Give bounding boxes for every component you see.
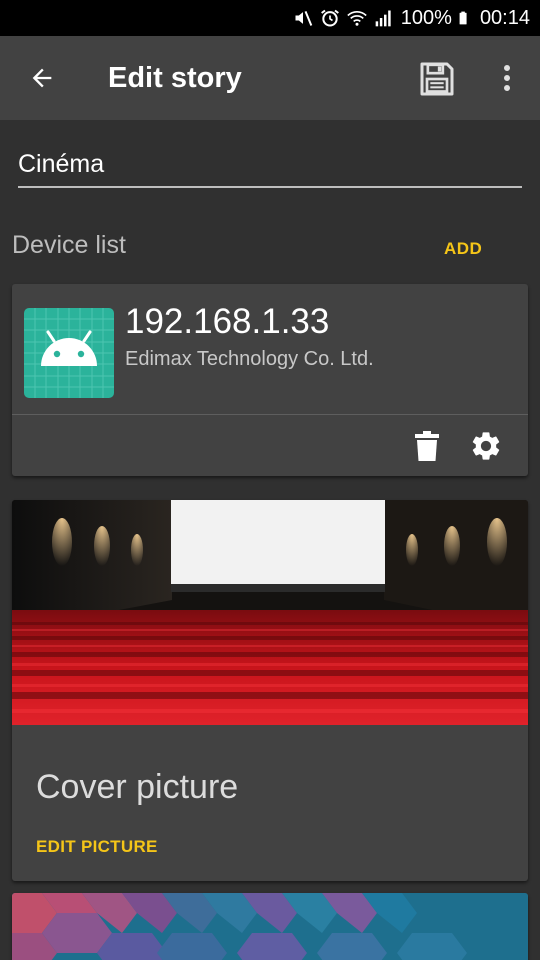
cover-picture-image <box>12 500 528 725</box>
device-settings-button[interactable] <box>468 428 504 464</box>
clock: 00:14 <box>479 6 530 29</box>
next-card <box>12 893 528 960</box>
status-icons: 100% 00:14 <box>293 0 530 36</box>
cover-card: Cover picture EDIT PICTURE <box>12 500 528 881</box>
arrow-back-icon <box>32 68 52 88</box>
signal-icon <box>375 10 391 27</box>
pattern-image <box>12 893 528 960</box>
battery-icon <box>459 11 467 25</box>
android-icon <box>24 308 114 398</box>
save-button[interactable] <box>414 56 460 102</box>
settings-icon <box>472 432 500 460</box>
device-list-title: Device list <box>12 231 126 259</box>
edit-picture-button[interactable]: EDIT PICTURE <box>36 837 158 857</box>
page-title: Edit story <box>108 62 242 94</box>
device-vendor: Edimax Technology Co. Ltd. <box>125 348 374 370</box>
wifi-icon <box>347 11 367 26</box>
alarm-icon <box>320 9 339 27</box>
device-avatar <box>24 308 114 398</box>
divider <box>12 414 528 415</box>
story-name-input[interactable] <box>18 148 522 188</box>
battery-percent: 100% <box>400 6 452 29</box>
delete-device-button[interactable] <box>412 429 442 463</box>
back-button[interactable] <box>22 58 62 98</box>
device-card[interactable]: 192.168.1.33 Edimax Technology Co. Ltd. <box>12 284 528 476</box>
cover-title: Cover picture <box>36 768 239 806</box>
device-ip: 192.168.1.33 <box>125 302 330 341</box>
more-options-button[interactable] <box>494 58 520 98</box>
save-icon <box>420 62 454 96</box>
app-bar: Edit story <box>0 36 540 120</box>
add-device-button[interactable]: ADD <box>444 239 482 259</box>
mute-icon <box>295 10 313 26</box>
more-vert-icon <box>504 65 510 91</box>
status-bar: 100% 00:14 <box>0 0 540 36</box>
delete-icon <box>415 431 439 461</box>
